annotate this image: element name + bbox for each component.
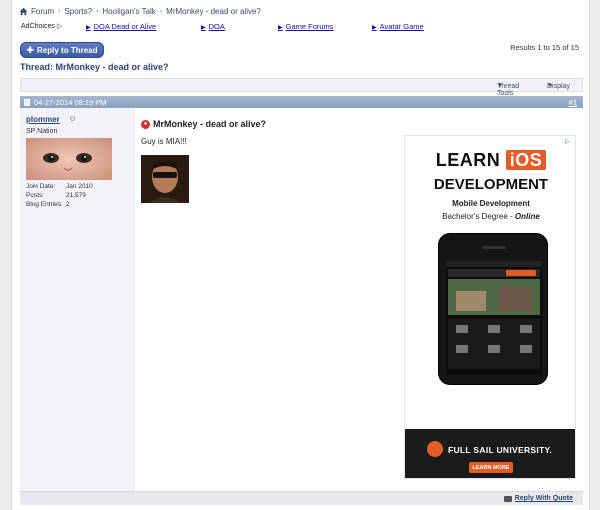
user-title: SP Nation — [26, 128, 58, 135]
learn-more-button[interactable]: LEARN MORE — [469, 462, 513, 473]
reply-to-thread-button[interactable]: ✚ Reply to Thread — [20, 42, 104, 58]
advertisement[interactable]: ▷ LEARN iOS DEVELOPMENT Mobile Developme… — [404, 135, 576, 479]
post-number-link[interactable]: #1 — [569, 98, 577, 107]
ad-degree-online: Online — [514, 212, 540, 221]
breadcrumb-current: MrMonkey - dead or alive? — [166, 6, 261, 16]
phone-speaker — [482, 246, 506, 249]
play-arrow-icon: ▶ — [201, 25, 206, 31]
breadcrumb-separator-icon: › — [159, 7, 163, 15]
stat-row: Join Date: Jan 2010 — [26, 182, 93, 191]
plus-icon: ✚ — [26, 44, 35, 55]
stat-value: 2 — [66, 201, 70, 208]
stat-value: Jan 2010 — [66, 183, 93, 190]
avatar[interactable] — [26, 138, 112, 180]
ad-headline: LEARN iOS — [405, 150, 575, 171]
breadcrumb-sports[interactable]: Sports? — [64, 7, 92, 16]
post-title: ● MrMonkey - dead or alive? — [141, 119, 266, 129]
ad-mobile-text: Mobile Development — [452, 199, 530, 208]
ad-link-label: Game Forums — [285, 22, 334, 31]
ad-links-row: AdChoices ▷ ▶ DOA Dead or Alive ▶ DOA ▶ Gam… — [21, 21, 461, 33]
home-icon[interactable] — [19, 7, 28, 16]
breadcrumb-hooligans-talk[interactable]: Hooligan's Talk — [102, 7, 155, 16]
full-sail-logo-icon — [427, 441, 443, 457]
thread-title: Thread: MrMonkey - dead or alive? — [20, 62, 169, 72]
post-footer: Reply With Quote — [20, 491, 583, 505]
stat-key: Posts: — [26, 192, 45, 199]
phone-screen — [446, 261, 542, 375]
ad-learn-text: LEARN — [435, 150, 501, 170]
ad-link-label: Avatar Game — [379, 22, 424, 31]
ad-link-doa-dead-or-alive[interactable]: ▶ DOA Dead or Alive — [86, 22, 156, 31]
play-arrow-icon: ▶ — [278, 25, 283, 31]
post-image[interactable] — [141, 155, 189, 203]
stat-value: 21,579 — [66, 192, 86, 199]
stat-key: Blog Entries: — [26, 201, 63, 208]
breadcrumb-separator-icon: › — [96, 7, 99, 15]
adchoices-badge[interactable]: AdChoices ▷ — [21, 22, 63, 31]
post-date: 04-27-2014 08:19 PM — [34, 98, 107, 107]
thread-tools-bar: Thread Tools ▼ Display ▼ — [20, 78, 583, 97]
reply-to-thread-label: Reply to Thread — [37, 45, 98, 55]
results-count: Results 1 to 15 of 15 — [510, 43, 579, 52]
chevron-down-icon: ▼ — [497, 83, 503, 89]
ad-link-game-forums[interactable]: ▶ Game Forums — [278, 22, 334, 31]
quote-icon — [503, 495, 512, 502]
ad-brand: FULL SAIL UNIVERSITY. — [448, 445, 553, 455]
reply-with-quote-label: Reply With Quote — [514, 495, 573, 502]
breadcrumb: Forum › Sports? › Hooligan's Talk › MrMo… — [19, 5, 261, 17]
breadcrumb-forum[interactable]: Forum — [31, 7, 54, 16]
ad-link-label: DOA — [208, 22, 225, 31]
stat-row: Posts: 21,579 — [26, 191, 93, 200]
play-arrow-icon: ▶ — [372, 25, 377, 31]
offline-status-icon — [70, 116, 75, 121]
user-panel: plommer SP Nation Join Date: Jan 2010 Po… — [20, 108, 135, 491]
ad-degree-text: Bachelor's Degree - Online — [405, 212, 575, 221]
breadcrumb-separator-icon: › — [58, 7, 61, 15]
adchoices-icon: ▷ — [56, 23, 63, 30]
username-link[interactable]: plommer — [26, 115, 60, 124]
forum-page: Forum › Sports? › Hooligan's Talk › MrMo… — [11, 0, 590, 510]
ad-link-avatar-game[interactable]: ▶ Avatar Game — [372, 22, 424, 31]
phone-image — [438, 233, 548, 385]
ad-link-label: DOA Dead or Alive — [93, 22, 157, 31]
post-body: ● MrMonkey - dead or alive? Guy is MIA!!… — [135, 108, 583, 491]
post-doc-icon — [24, 99, 30, 106]
post-title-text: MrMonkey - dead or alive? — [153, 119, 267, 129]
stat-row: Blog Entries: 2 — [26, 200, 93, 209]
ad-footer: FULL SAIL UNIVERSITY. LEARN MORE — [405, 429, 575, 478]
ad-link-doa[interactable]: ▶ DOA — [201, 22, 225, 31]
post-message: Guy is MIA!!! — [141, 137, 187, 146]
play-arrow-icon: ▶ — [86, 25, 91, 31]
adchoices-icon[interactable]: ▷ — [565, 138, 573, 146]
ad-development-text: DEVELOPMENT — [433, 176, 549, 193]
post-status-icon: ● — [141, 119, 150, 129]
ad-degree-prefix: Bachelor's Degree - — [442, 212, 515, 221]
ad-ios-badge: iOS — [505, 150, 547, 170]
chevron-down-icon: ▼ — [547, 83, 553, 89]
reply-with-quote-button[interactable]: Reply With Quote — [503, 495, 573, 502]
post-header: 04-27-2014 08:19 PM #1 — [20, 96, 583, 108]
adchoices-label: AdChoices — [21, 22, 55, 30]
user-stats: Join Date: Jan 2010 Posts: 21,579 Blog Ent… — [26, 182, 93, 209]
stat-key: Join Date: — [26, 183, 56, 190]
